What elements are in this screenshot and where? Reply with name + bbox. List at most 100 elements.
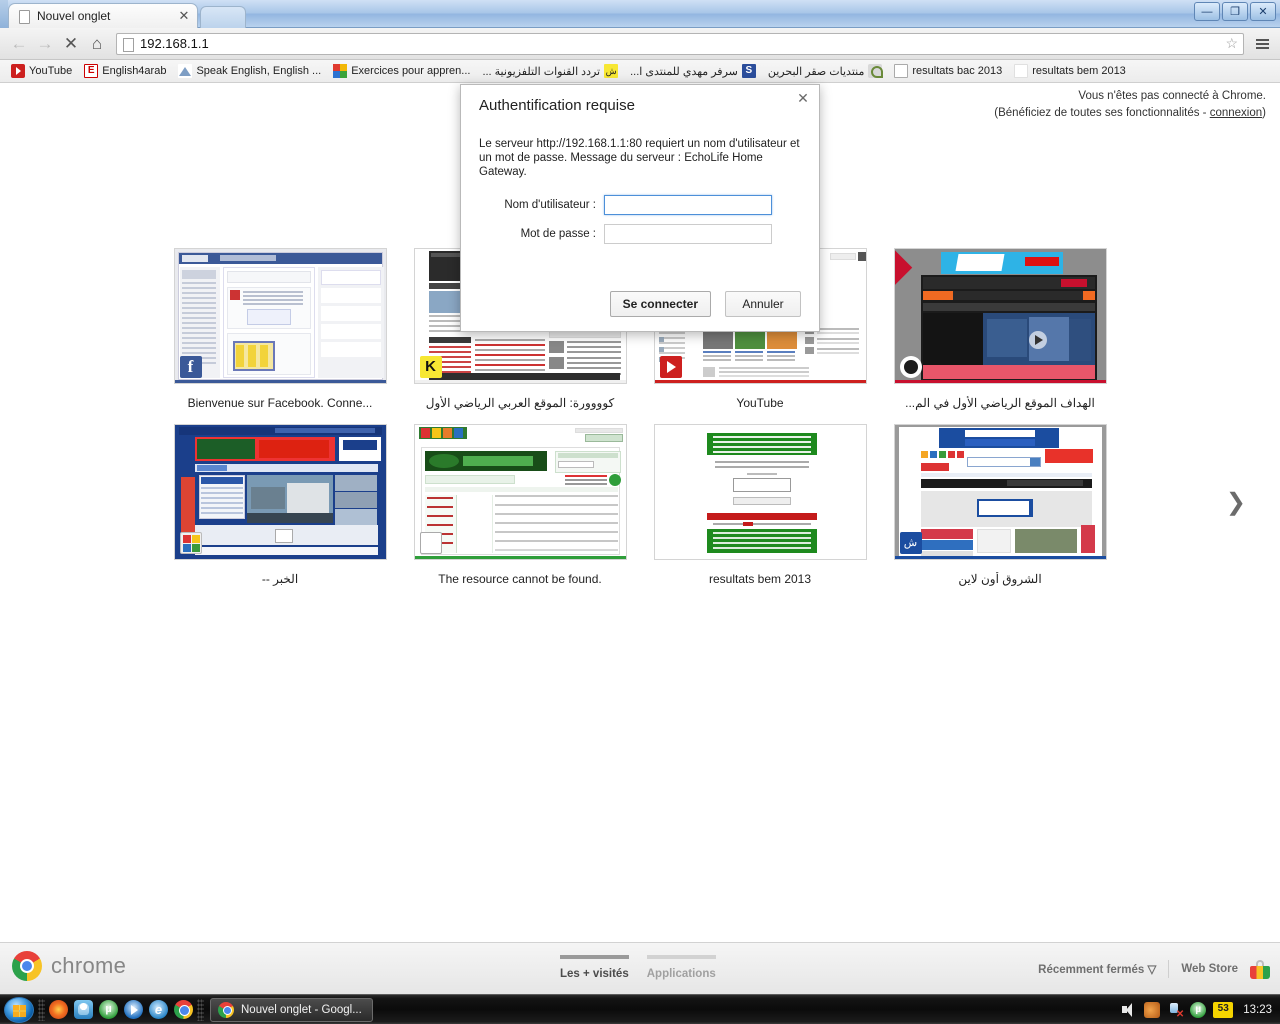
tile-forum[interactable]: The resource cannot be found.: [413, 424, 627, 586]
home-button[interactable]: ⌂: [84, 31, 110, 57]
address-bar[interactable]: 192.168.1.1 ☆: [116, 32, 1244, 55]
blue-s-icon: S: [741, 64, 756, 78]
dialog-message: Le serveur http://192.168.1.1:80 requier…: [479, 138, 800, 178]
web-store-link[interactable]: Web Store: [1181, 963, 1238, 975]
utorrent-icon[interactable]: µ: [99, 1000, 118, 1019]
chrome-menu-button[interactable]: [1250, 32, 1274, 56]
firefox-icon[interactable]: [49, 1000, 68, 1019]
bookmark-tv-frequencies[interactable]: ش تردد القنوات التلفزيونية ...: [477, 62, 623, 80]
chrome-logo-icon: [12, 951, 42, 981]
msn-messenger-icon[interactable]: [74, 1000, 93, 1019]
bookmark-youtube[interactable]: YouTube: [6, 62, 77, 80]
echorouk-badge: ش: [899, 532, 922, 554]
tab-favicon-icon: [15, 8, 31, 24]
network-error-icon[interactable]: [1167, 1002, 1184, 1020]
youtube-badge: [659, 356, 682, 378]
bookmark-label: Speak English, English ...: [196, 65, 322, 77]
tab-applications[interactable]: Applications: [646, 955, 716, 980]
password-input[interactable]: [604, 224, 772, 244]
tile-title: Bienvenue sur Facebook. Conne...: [187, 396, 373, 410]
username-input[interactable]: [604, 195, 772, 215]
tile-thumbnail[interactable]: [413, 424, 627, 560]
tile-thumbnail[interactable]: [653, 424, 867, 560]
clock[interactable]: 13:23: [1243, 1004, 1272, 1016]
tile-thumbnail[interactable]: f: [173, 248, 387, 384]
cancel-button[interactable]: Annuler: [725, 291, 801, 317]
bookmark-exercices[interactable]: Exercices pour appren...: [328, 62, 475, 80]
bookmark-speak-english[interactable]: Speak English, English ...: [173, 62, 326, 80]
tile-title: YouTube: [736, 396, 784, 410]
document-badge: [419, 532, 442, 554]
utorrent-tray-icon[interactable]: µ: [1190, 1001, 1207, 1018]
tile-elheddaf[interactable]: الهداف الموقع الرياضي الأول في الم...: [893, 248, 1107, 410]
tile-title: كوووورة: الموقع العربي الرياضي الأول: [425, 396, 615, 410]
tile-row: الخبر -- The resource cannot be found. r…: [0, 424, 1280, 586]
ntp-bottom-right: Récemment fermés ▽ Web Store: [1038, 959, 1270, 979]
bookmark-resultats-bem[interactable]: resultats bem 2013: [1009, 62, 1131, 80]
bookmark-star-icon[interactable]: ☆: [1225, 35, 1238, 52]
new-tab-button[interactable]: [200, 6, 246, 28]
tile-echorouk[interactable]: ش الشروق أون لاين: [893, 424, 1107, 586]
tab-most-visited[interactable]: Les + visités: [560, 955, 629, 980]
chrome-brand: chrome: [12, 951, 126, 981]
forward-button[interactable]: →: [32, 31, 58, 57]
elkhabar-badge: [179, 532, 202, 554]
tile-resultats-bem[interactable]: resultats bem 2013: [653, 424, 867, 586]
satellite-icon: [868, 64, 884, 78]
tile-elkhabar[interactable]: الخبر --: [173, 424, 387, 586]
chrome-icon[interactable]: [174, 1000, 193, 1019]
next-page-arrow-icon[interactable]: ❯: [1226, 488, 1246, 517]
recently-closed-menu[interactable]: Récemment fermés ▽: [1038, 962, 1156, 976]
minimize-button[interactable]: —: [1194, 2, 1220, 21]
page-icon: [122, 37, 134, 52]
address-bar-text: 192.168.1.1: [140, 36, 209, 51]
bookmark-label: Exercices pour appren...: [351, 65, 471, 77]
authentication-dialog: ✕ Authentification requise Le serveur ht…: [460, 84, 820, 332]
web-store-icon[interactable]: [1250, 959, 1270, 979]
volume-icon[interactable]: [1121, 1002, 1137, 1018]
bookmark-server-mehdi[interactable]: S سرفر مهدي للمنتدى ا...: [625, 62, 761, 80]
bookmark-english4arab[interactable]: E English4arab: [79, 62, 171, 80]
tab-strip: Nouvel onglet ✕ — ❐ ✕: [0, 0, 1280, 28]
tile-thumbnail[interactable]: [173, 424, 387, 560]
elheddaf-badge: [899, 356, 922, 378]
sign-in-button[interactable]: Se connecter: [609, 291, 711, 317]
tile-title: الخبر --: [261, 572, 299, 586]
browser-toolbar: ← → ✕ ⌂ 192.168.1.1 ☆: [0, 28, 1280, 60]
taskbar-separator: [197, 998, 204, 1021]
bookmark-label: English4arab: [102, 65, 167, 77]
signin-link[interactable]: connexion: [1210, 107, 1262, 119]
bookmark-resultats-bac[interactable]: resultats bac 2013: [889, 62, 1007, 80]
start-button[interactable]: [4, 996, 34, 1023]
close-window-button[interactable]: ✕: [1250, 2, 1276, 21]
bookmark-label: منتديات صقر البحرين: [767, 65, 865, 78]
bookmark-saqr-albahrain[interactable]: منتديات صقر البحرين: [763, 62, 888, 80]
facebook-badge: f: [179, 356, 202, 378]
tile-thumbnail[interactable]: ش: [893, 424, 1107, 560]
tray-number-badge[interactable]: 53: [1213, 1001, 1234, 1018]
recently-closed-label: Récemment fermés: [1038, 964, 1145, 976]
windows-media-player-icon[interactable]: [124, 1000, 143, 1019]
chevron-down-icon: ▽: [1147, 964, 1157, 976]
browser-tab[interactable]: Nouvel onglet ✕: [8, 3, 198, 28]
yellow-arabic-icon: ش: [604, 64, 619, 78]
divider: [1168, 960, 1170, 978]
speaker-icon[interactable]: [1144, 1001, 1161, 1018]
tab-close-icon[interactable]: ✕: [177, 9, 191, 23]
username-field-row: Nom d'utilisateur :: [479, 195, 772, 215]
taskbar-button-chrome[interactable]: Nouvel onglet - Googl...: [210, 997, 373, 1022]
tile-thumbnail[interactable]: [893, 248, 1107, 384]
tab-applications-label: Applications: [646, 968, 716, 980]
internet-explorer-icon[interactable]: e: [149, 1000, 168, 1019]
bookmark-label: resultats bac 2013: [912, 65, 1003, 77]
dialog-buttons: Se connecter Annuler: [609, 291, 801, 317]
english4arab-icon: E: [84, 64, 99, 78]
dialog-close-icon[interactable]: ✕: [795, 91, 811, 107]
signin-line-2: (Bénéficiez de toutes ses fonctionnalité…: [994, 105, 1266, 122]
blank-icon: [1014, 64, 1029, 78]
maximize-button[interactable]: ❐: [1222, 2, 1248, 21]
tile-facebook[interactable]: f Bienvenue sur Facebook. Conne...: [173, 248, 387, 410]
kooora-badge: K: [419, 356, 442, 378]
back-button[interactable]: ←: [6, 31, 32, 57]
stop-button[interactable]: ✕: [58, 31, 84, 57]
